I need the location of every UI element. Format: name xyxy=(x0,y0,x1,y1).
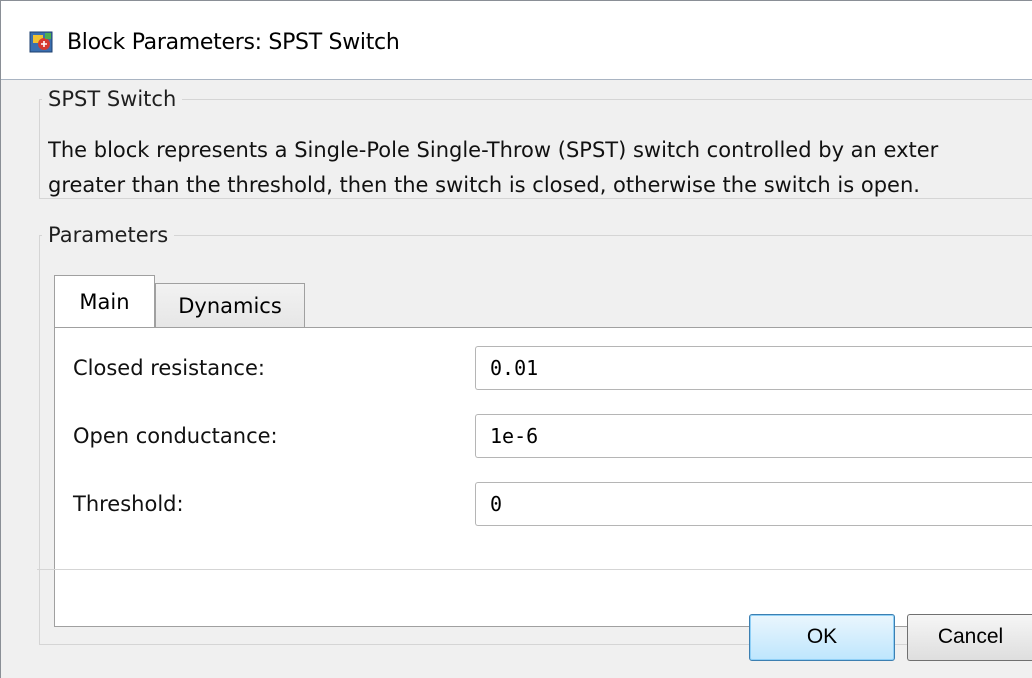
main-tab-panel: Closed resistance: 0.01 Open conductance… xyxy=(54,327,1032,627)
block-group-legend: SPST Switch xyxy=(48,87,177,111)
description-line-2: greater than the threshold, then the swi… xyxy=(48,173,920,197)
open-conductance-label: Open conductance: xyxy=(73,424,278,448)
description-line-1: The block represents a Single-Pole Singl… xyxy=(48,138,939,162)
ok-button[interactable]: OK xyxy=(749,614,895,661)
closed-resistance-label: Closed resistance: xyxy=(73,356,265,380)
closed-resistance-input[interactable]: 0.01 xyxy=(475,346,1032,390)
parameters-group-legend: Parameters xyxy=(48,223,169,247)
tab-dynamics[interactable]: Dynamics xyxy=(155,283,305,328)
block-description-group: SPST Switch The block represents a Singl… xyxy=(39,87,1032,199)
dialog-content: SPST Switch The block represents a Singl… xyxy=(21,85,1032,675)
window-title: Block Parameters: SPST Switch xyxy=(67,30,400,55)
block-description: The block represents a Single-Pole Singl… xyxy=(48,133,1032,203)
threshold-input[interactable]: 0 xyxy=(475,482,1032,526)
tab-main[interactable]: Main xyxy=(54,275,155,327)
parameters-group: Parameters Main Dynamics Closed resistan… xyxy=(39,223,1032,645)
simulink-block-icon xyxy=(29,31,53,53)
dialog-window: Block Parameters: SPST Switch SPST Switc… xyxy=(0,0,1032,678)
open-conductance-input[interactable]: 1e-6 xyxy=(475,414,1032,458)
cancel-button[interactable]: Cancel xyxy=(907,614,1032,661)
bottom-divider xyxy=(37,569,1032,570)
threshold-label: Threshold: xyxy=(73,492,184,516)
title-bar[interactable]: Block Parameters: SPST Switch xyxy=(1,1,1032,80)
